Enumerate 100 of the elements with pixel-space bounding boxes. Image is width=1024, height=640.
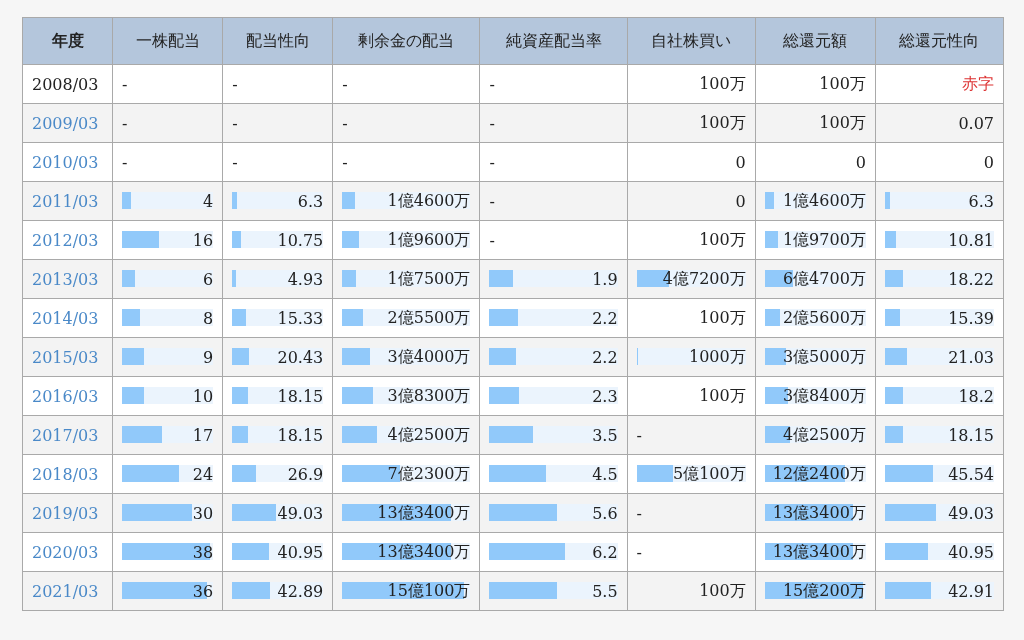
table-cell: 30: [192, 503, 214, 523]
table-cell: -: [232, 74, 238, 94]
table-cell: 38: [192, 542, 214, 562]
table-cell: 4: [203, 191, 214, 211]
column-header: 剰余金の配当: [332, 17, 480, 65]
table-cell: -: [636, 425, 642, 445]
table-cell: 3億4000万: [387, 346, 471, 368]
table-cell: -: [489, 191, 495, 211]
table-cell: 2.2: [592, 347, 618, 367]
table-cell: 4億2500万: [782, 424, 866, 446]
table-cell: 18.15: [277, 386, 324, 406]
table-cell: 17: [192, 425, 214, 445]
table-cell: 5.5: [592, 581, 618, 601]
table-cell: 2.3: [592, 386, 618, 406]
table-cell: -: [342, 152, 348, 172]
table-cell: 0: [735, 191, 746, 211]
table-cell: -: [232, 152, 238, 172]
table-cell: 2億5500万: [387, 307, 471, 329]
table-cell: 6: [203, 269, 214, 289]
table-cell: 100万: [699, 307, 746, 329]
table-cell: 7億2300万: [387, 463, 471, 485]
table-cell: 1億4600万: [387, 190, 471, 212]
table-cell: -: [342, 113, 348, 133]
table-cell: 0: [735, 152, 746, 172]
table-cell: 100万: [699, 385, 746, 407]
year-text: 2008/03: [32, 74, 99, 94]
table-cell: -: [489, 74, 495, 94]
table-cell: 4.93: [287, 269, 324, 289]
table-cell: 12億2400万: [772, 463, 866, 485]
table-cell: -: [122, 74, 128, 94]
column-header: 純資産配当率: [479, 17, 628, 65]
table-cell: 1億7500万: [387, 268, 471, 290]
table-cell: 18.2: [958, 386, 994, 406]
table-cell: 0: [855, 152, 866, 172]
table-cell: 15億200万: [782, 580, 866, 602]
table-cell: 10: [192, 386, 214, 406]
table-cell: 15億100万: [387, 580, 471, 602]
table-cell: -: [232, 113, 238, 133]
table-cell: 45.54: [948, 464, 994, 484]
table-cell: 3億8300万: [387, 385, 471, 407]
table-cell: 26.9: [287, 464, 324, 484]
table-cell: -: [489, 230, 495, 250]
table-cell: 4億2500万: [387, 424, 471, 446]
table-cell: 4億7200万: [662, 268, 746, 290]
column-header: 年度: [22, 17, 113, 65]
table-cell: 40.95: [948, 542, 994, 562]
table-cell: 16: [192, 230, 214, 250]
table-cell: 13億3400万: [377, 502, 471, 524]
table-cell: 24: [192, 464, 214, 484]
table-cell: 6.3: [968, 191, 994, 211]
table-cell: 49.03: [948, 503, 994, 523]
table-cell: 42.89: [277, 581, 324, 601]
table-cell: 2億5600万: [782, 307, 866, 329]
table-cell: -: [489, 152, 495, 172]
table-cell: 10.81: [948, 230, 994, 250]
table-cell: 6億4700万: [782, 268, 866, 290]
table-cell: 21.03: [948, 347, 994, 367]
table-cell: 13億3400万: [377, 541, 471, 563]
table-cell: 6.2: [592, 542, 618, 562]
table-cell: 13億3400万: [772, 541, 866, 563]
table-cell: 18.22: [948, 269, 994, 289]
table-cell: 18.15: [948, 425, 994, 445]
table-cell: 3.5: [592, 425, 618, 445]
table-cell: 10.75: [277, 230, 324, 250]
column-header: 総還元額: [755, 17, 876, 65]
table-cell: 100万: [699, 73, 746, 95]
table-cell: 42.91: [948, 581, 994, 601]
table-cell: 49.03: [277, 503, 324, 523]
table-cell: -: [636, 542, 642, 562]
table-cell: 1億4600万: [782, 190, 866, 212]
table-cell: -: [122, 113, 128, 133]
table-cell: 100万: [819, 112, 866, 134]
table-cell: 3億8400万: [782, 385, 866, 407]
table-cell: -: [636, 503, 642, 523]
table-cell: -: [122, 152, 128, 172]
column-header: 自社株買い: [627, 17, 756, 65]
table-cell: 18.15: [277, 425, 324, 445]
table-cell: 0.07: [958, 113, 994, 133]
table-cell: 15.39: [948, 308, 994, 328]
table-cell: 1億9700万: [782, 229, 866, 251]
table-cell: 1000万: [689, 346, 746, 368]
table-cell: 0: [983, 152, 994, 172]
table-cell: 100万: [699, 229, 746, 251]
table-cell: 5億100万: [673, 463, 746, 485]
table-cell: 5.6: [592, 503, 618, 523]
table-cell: 4.5: [592, 464, 618, 484]
table-cell: -: [489, 113, 495, 133]
table-cell: 13億3400万: [772, 502, 866, 524]
table-cell: 8: [203, 308, 214, 328]
table-cell: 15.33: [277, 308, 324, 328]
table-cell: 1億9600万: [387, 229, 471, 251]
table-cell: 9: [203, 347, 214, 367]
table-cell: 20.43: [277, 347, 324, 367]
table-cell: 100万: [699, 580, 746, 602]
column-header: 一株配当: [112, 17, 223, 65]
column-header: 配当性向: [222, 17, 333, 65]
table-cell: 2.2: [592, 308, 618, 328]
table-cell: 3億5000万: [782, 346, 866, 368]
table-cell: 40.95: [277, 542, 324, 562]
table-cell: 100万: [699, 112, 746, 134]
